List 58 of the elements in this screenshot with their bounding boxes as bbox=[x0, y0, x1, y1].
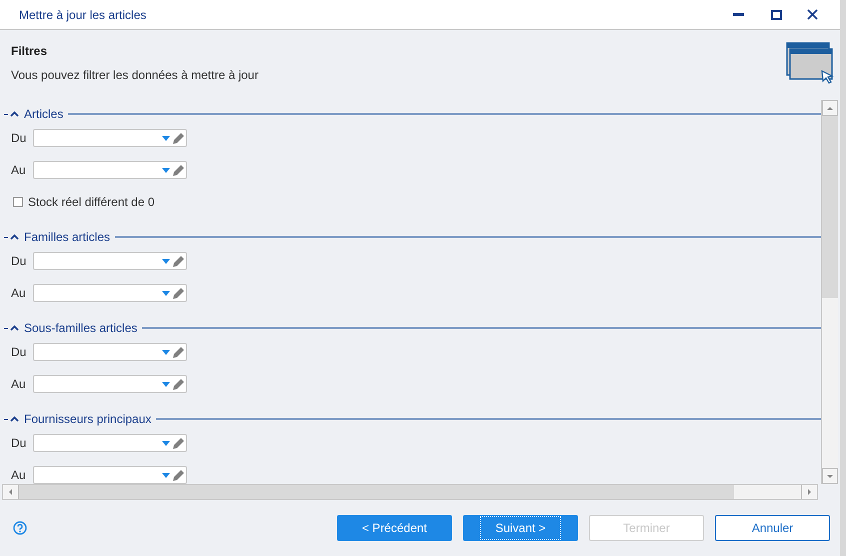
pencil-icon bbox=[173, 288, 184, 298]
field-label: Au bbox=[11, 467, 27, 484]
dropdown-field[interactable] bbox=[33, 343, 187, 361]
wizard-button[interactable]: Suivant > bbox=[463, 515, 578, 541]
field-label: Du bbox=[11, 253, 27, 270]
section-title: Articles bbox=[24, 106, 64, 123]
collapse-icon[interactable] bbox=[10, 111, 19, 117]
wizard-button[interactable]: < Précédent bbox=[337, 515, 452, 541]
maximize-icon[interactable] bbox=[771, 10, 782, 20]
checkbox-label: Stock réel différent de 0 bbox=[28, 194, 155, 211]
pencil-icon bbox=[173, 346, 184, 358]
section-title: Familles articles bbox=[24, 229, 110, 246]
scroll-up-icon[interactable] bbox=[827, 106, 833, 110]
dropdown-field[interactable] bbox=[33, 434, 187, 452]
caret-icon bbox=[162, 168, 170, 172]
caret-icon bbox=[162, 290, 170, 296]
step-title: Filtres bbox=[11, 43, 48, 60]
help-icon[interactable] bbox=[13, 521, 27, 535]
dropdown-field[interactable] bbox=[33, 252, 187, 270]
collapse-icon[interactable] bbox=[10, 234, 19, 240]
field-label: Au bbox=[11, 285, 27, 302]
pencil-icon bbox=[173, 132, 184, 144]
vertical-scrollbar[interactable] bbox=[821, 100, 838, 484]
field-label: Du bbox=[11, 130, 27, 147]
pencil-icon bbox=[173, 164, 184, 176]
scroll-left-icon[interactable] bbox=[9, 489, 12, 495]
dropdown-field[interactable] bbox=[33, 129, 187, 147]
scroll-down-icon[interactable] bbox=[827, 474, 833, 478]
field-label: Au bbox=[11, 162, 27, 179]
section-title: Fournisseurs principaux bbox=[24, 411, 152, 428]
field-label: Du bbox=[11, 344, 27, 361]
window-title: Mettre à jour les articles bbox=[19, 6, 148, 24]
caret-icon bbox=[162, 440, 170, 446]
pencil-icon bbox=[173, 378, 184, 390]
scroll-right-icon[interactable] bbox=[808, 489, 811, 495]
collapse-icon[interactable] bbox=[10, 416, 19, 422]
field-label: Au bbox=[11, 376, 27, 393]
pencil-icon bbox=[173, 438, 184, 448]
step-description: Vous pouvez filtrer les données à mettre à jour bbox=[11, 67, 260, 84]
dropdown-field[interactable] bbox=[33, 375, 187, 393]
close-icon[interactable] bbox=[807, 9, 818, 20]
collapse-icon[interactable] bbox=[10, 325, 19, 331]
caret-icon bbox=[162, 472, 170, 478]
field-label: Du bbox=[11, 435, 27, 452]
pencil-icon bbox=[173, 470, 184, 480]
pencil-icon bbox=[173, 256, 184, 266]
dropdown-field[interactable] bbox=[33, 161, 187, 179]
wizard-button[interactable]: Annuler bbox=[715, 515, 830, 541]
windows-cursor-icon bbox=[786, 42, 834, 86]
section-title: Sous-familles articles bbox=[24, 320, 138, 337]
horizontal-scrollbar[interactable] bbox=[2, 484, 818, 500]
dropdown-field[interactable] bbox=[33, 284, 187, 302]
caret-icon bbox=[162, 382, 170, 386]
caret-icon bbox=[162, 136, 170, 140]
dropdown-field[interactable] bbox=[33, 466, 187, 484]
caret-icon bbox=[162, 258, 170, 264]
caret-icon bbox=[162, 350, 170, 354]
checkbox[interactable] bbox=[13, 197, 23, 207]
